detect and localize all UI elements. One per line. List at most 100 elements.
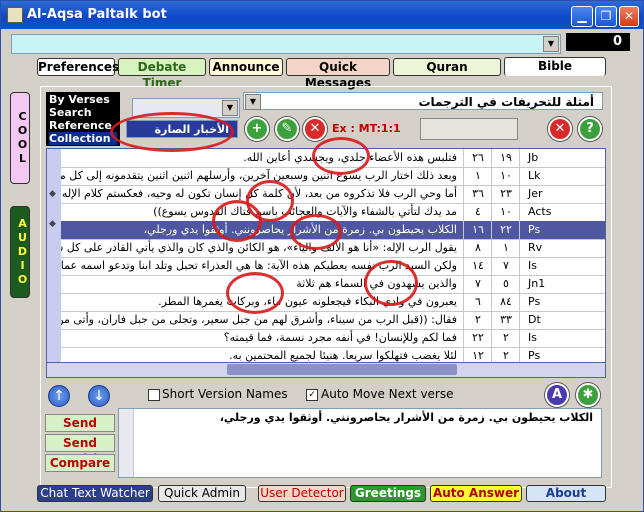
reference-example: Ex : MT:1:1 — [332, 122, 401, 135]
audio-button[interactable]: AUDIO — [10, 206, 30, 298]
verse-text-cell: فما لكم وللإنسان! في أنفه مجرد نسمة، فما… — [223, 331, 457, 344]
mode-search[interactable]: Search — [49, 106, 117, 119]
topic-dropdown[interactable]: أمثلة للتحريفات في الترجمات ▼ — [243, 92, 603, 110]
tab-announce[interactable]: Announce — [209, 58, 283, 76]
tab-debate-timer[interactable]: Debate Timer — [118, 58, 206, 90]
mode-by-verses[interactable]: By Verses — [49, 93, 117, 106]
scroll-thumb[interactable] — [227, 364, 457, 375]
scroll-up-icon[interactable]: ◆ — [49, 189, 56, 199]
highlight-ring — [312, 137, 370, 175]
highlight-ring — [212, 200, 262, 242]
delete-icon[interactable]: ✕ — [303, 117, 327, 141]
cancel-icon[interactable]: ✕ — [548, 117, 572, 141]
settings-icon[interactable]: ✱ — [576, 383, 600, 407]
tab-quran[interactable]: Quran — [393, 58, 501, 76]
chevron-down-icon[interactable]: ▼ — [222, 100, 238, 116]
restore-button[interactable]: ❐ — [595, 6, 617, 27]
message-text: الكلاب يحيطون بي. زمرة من الأشرار يحاصرو… — [219, 411, 593, 424]
room-combo[interactable]: ▼ — [11, 34, 561, 54]
chapter-cell: ١٩ — [491, 149, 520, 167]
book-cell: Dt — [519, 311, 605, 329]
chevron-down-icon[interactable]: ▼ — [543, 36, 559, 52]
book-cell: Ps — [519, 293, 605, 311]
highlight-ring — [110, 112, 234, 152]
book-cell: Jer — [519, 185, 605, 203]
verse-number-cell: ٦ — [463, 293, 492, 311]
title-bar: Al-Aqsa Paltalk bot ▁ ❐ ✕ — [1, 1, 643, 29]
verse-number-cell: ٣٦ — [463, 185, 492, 203]
previous-verse-button[interactable]: ↑ — [48, 385, 70, 407]
send-multi-button[interactable]: Send Multi — [45, 434, 115, 466]
book-cell: Lk — [519, 167, 605, 185]
edit-icon[interactable]: ✎ — [275, 117, 299, 141]
chapter-cell: ٢٢ — [491, 221, 520, 239]
book-cell: Is — [519, 329, 605, 347]
tab-bible[interactable]: Bible — [504, 57, 606, 76]
window-title: Al-Aqsa Paltalk bot — [27, 7, 167, 22]
chapter-cell: ١٠ — [491, 167, 520, 185]
highlight-ring — [290, 214, 342, 250]
chapter-cell: ٢٣ — [491, 185, 520, 203]
verse-number-cell: ٢٦ — [463, 149, 492, 167]
verse-text-cell: فتلبس هذه الأعضاء جلدي، ويجسدي أعاين الل… — [243, 151, 457, 164]
chapter-cell: ٨٤ — [491, 293, 520, 311]
mode-collection[interactable]: Collection — [49, 132, 117, 145]
auto-move-checkbox[interactable]: ✓ — [306, 389, 318, 401]
book-cell: Acts — [519, 203, 605, 221]
table-row[interactable]: ولكن السيد الرب نفسه يعطيكم هذه الآية: ه… — [61, 257, 605, 276]
short-version-checkbox[interactable] — [148, 389, 160, 401]
table-row[interactable]: يعبرون في وادي البكاء فيجعلونه عيون ماء،… — [61, 293, 605, 312]
cool-button[interactable]: COOL — [10, 92, 30, 184]
tab-preferences[interactable]: Preferences — [37, 58, 119, 76]
highlight-ring — [364, 260, 418, 306]
send-button[interactable]: Send — [45, 414, 115, 432]
vertical-scrollbar[interactable]: ◆ ◆ — [47, 149, 61, 363]
chevron-down-icon[interactable]: ▼ — [245, 94, 261, 110]
verse-number-cell: ١ — [463, 167, 492, 185]
table-row[interactable]: فقال: ((قبل الرب من سيناء، وأشرق لهم من … — [61, 311, 605, 330]
compare-button[interactable]: Compare — [45, 454, 115, 472]
chapter-cell: ١٠ — [491, 203, 520, 221]
verse-number-cell: ٧ — [463, 275, 492, 293]
topic-dropdown-label: أمثلة للتحريفات في الترجمات — [418, 95, 594, 109]
close-button[interactable]: ✕ — [619, 6, 639, 27]
chapter-cell: ٥ — [491, 275, 520, 293]
verse-number-cell: ٢ — [463, 311, 492, 329]
verses-grid[interactable]: ◆ ◆ فتلبس هذه الأعضاء جلدي، ويجسدي أعاين… — [46, 148, 606, 364]
tab-quick-messages[interactable]: Quick Messages — [286, 58, 390, 90]
chapter-cell: ٢ — [491, 329, 520, 347]
verse-text-cell: فقال: ((قبل الرب من سيناء، وأشرق لهم من … — [61, 313, 457, 326]
book-cell: Rv — [519, 239, 605, 257]
chapter-cell: ٣٣ — [491, 311, 520, 329]
help-icon[interactable]: ? — [578, 117, 602, 141]
verse-number-cell: ١٦ — [463, 221, 492, 239]
user-detector-button[interactable]: User Detector — [258, 485, 346, 502]
font-icon[interactable]: A — [545, 383, 569, 407]
message-scrollbar[interactable] — [119, 409, 134, 477]
chat-text-watcher-button[interactable]: Chat Text Watcher — [37, 485, 153, 502]
about-button[interactable]: About — [526, 485, 606, 502]
short-version-label: Short Version Names — [162, 387, 288, 401]
scroll-grip-icon[interactable]: ◆ — [49, 219, 56, 229]
chapter-cell: ٧ — [491, 257, 520, 275]
book-cell: Is — [519, 257, 605, 275]
mode-reference[interactable]: Reference — [49, 119, 117, 132]
minimize-button[interactable]: ▁ — [571, 6, 593, 27]
table-row[interactable]: فما لكم وللإنسان! في أنفه مجرد نسمة، فما… — [61, 329, 605, 348]
next-verse-button[interactable]: ↓ — [88, 385, 110, 407]
add-icon[interactable]: + — [245, 117, 269, 141]
greetings-button[interactable]: Greetings — [350, 485, 426, 502]
horizontal-scrollbar[interactable] — [46, 362, 606, 378]
verse-number-cell: ٤ — [463, 203, 492, 221]
quick-admin-button[interactable]: Quick Admin — [158, 485, 246, 502]
table-row[interactable]: أما وحي الرب فلا تذكروه من بعد، لأن كلمة… — [61, 185, 605, 204]
table-row[interactable]: والذين يشهدون في السماء هم ثلاثة ٧ ٥ Jn1 — [61, 275, 605, 294]
app-icon — [7, 7, 23, 23]
verse-number-cell: ٢٢ — [463, 329, 492, 347]
reference-input[interactable] — [420, 118, 518, 140]
book-cell: Ps — [519, 221, 605, 239]
auto-answer-button[interactable]: Auto Answer — [430, 485, 522, 502]
search-mode-list[interactable]: By Verses Search Reference Collection — [46, 92, 120, 146]
message-box[interactable]: الكلاب يحيطون بي. زمرة من الأشرار يحاصرو… — [118, 408, 602, 478]
verse-number-cell: ١٤ — [463, 257, 492, 275]
